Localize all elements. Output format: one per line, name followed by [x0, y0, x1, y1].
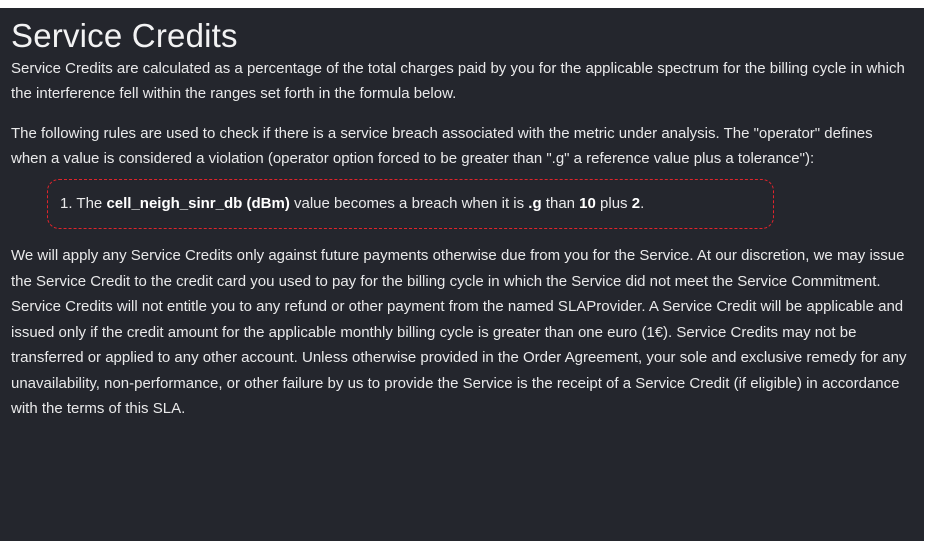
rule-text-mid: value becomes a breach when it is — [289, 195, 529, 212]
page-title: Service Credits — [11, 17, 238, 54]
credits-terms-paragraph: We will apply any Service Credits only a… — [11, 247, 907, 417]
rule-text-end: . — [640, 195, 645, 212]
rule-operator: .g — [528, 195, 542, 212]
rule-text-pre: The — [72, 195, 107, 212]
rule-unit: (dBm) — [246, 195, 290, 212]
rules-paragraph: The following rules are used to check if… — [11, 125, 873, 167]
highlighted-rule-box: 1. The cell_neigh_sinr_db (dBm) value be… — [47, 179, 774, 229]
rule-value: 10 — [579, 195, 596, 212]
rule-metric: cell_neigh_sinr_db — [106, 195, 243, 212]
rule-number: 1. — [60, 195, 73, 212]
rule-tolerance: 2 — [631, 195, 641, 212]
rule-text-than: than — [541, 195, 580, 212]
sla-document-panel: Service Credits Service Credits are calc… — [0, 8, 924, 541]
intro-paragraph: Service Credits are calculated as a perc… — [11, 60, 905, 102]
rule-text-plus: plus — [595, 195, 632, 212]
